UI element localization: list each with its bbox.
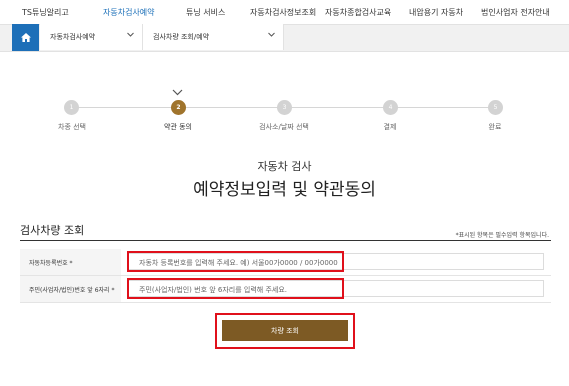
home-icon bbox=[20, 33, 31, 42]
step-1-label: 차종 선택 bbox=[58, 123, 86, 131]
top-nav: TS튜닝알리고 자동차검사예약 튜닝 서비스 자동차검사정보조회 자동차종합검사… bbox=[0, 0, 569, 22]
step-2-label: 약관 동의 bbox=[164, 123, 192, 131]
row-divider bbox=[20, 302, 551, 303]
section-title: 검사차량 조회 bbox=[20, 224, 85, 237]
plate-input-highlight bbox=[127, 251, 344, 272]
nav-item-inspection-education[interactable]: 자동차종합검사교육 bbox=[325, 7, 391, 18]
home-button[interactable] bbox=[12, 24, 39, 51]
nav-item-corporate-notice[interactable]: 법인사업자 전자안내 bbox=[481, 7, 550, 18]
chevron-down-icon bbox=[172, 89, 183, 96]
chevron-down-icon bbox=[127, 32, 134, 37]
page-title: 예약정보입력 및 약관동의 bbox=[193, 180, 376, 200]
breadcrumb-level1-label: 자동차검사예약 bbox=[50, 33, 96, 41]
required-note: *표시된 항목은 필수입력 항목입니다. bbox=[455, 232, 549, 239]
plate-label: 자동차등록번호 * bbox=[29, 259, 73, 267]
vehicle-search-button[interactable]: 차량 조회 bbox=[222, 320, 348, 341]
plate-label-cell: 자동차등록번호 * bbox=[20, 249, 121, 275]
step-1-circle: 1 bbox=[64, 100, 79, 115]
nav-item-tuning-service[interactable]: 튜닝 서비스 bbox=[186, 7, 225, 18]
step-4-label: 결제 bbox=[383, 123, 397, 131]
idnum-label-cell: 주민(사업자/법인)번호 앞 6자리 * bbox=[20, 276, 121, 302]
idnum-input-highlight bbox=[127, 278, 344, 299]
nav-item-inspection-reservation[interactable]: 자동차검사예약 bbox=[103, 7, 155, 18]
breadcrumb-level2-dropdown[interactable]: 검사차량 조회/예약 bbox=[143, 24, 284, 50]
step-5-circle: 5 bbox=[488, 100, 503, 115]
section-divider bbox=[20, 240, 551, 241]
page-subtitle: 자동차 검사 bbox=[257, 160, 312, 173]
step-5-label: 완료 bbox=[488, 123, 502, 131]
step-2-circle: 2 bbox=[171, 100, 186, 115]
breadcrumb-level1-dropdown[interactable]: 자동차검사예약 bbox=[40, 24, 143, 50]
idnum-label: 주민(사업자/법인)번호 앞 6자리 * bbox=[29, 286, 115, 294]
nav-item-ts-tuning[interactable]: TS튜닝알리고 bbox=[22, 7, 69, 18]
step-4-circle: 4 bbox=[383, 100, 398, 115]
chevron-down-icon bbox=[268, 32, 275, 37]
nav-item-inspection-info[interactable]: 자동차검사정보조회 bbox=[250, 7, 316, 18]
step-3-label: 검사소/날짜 선택 bbox=[259, 123, 309, 131]
step-3-circle: 3 bbox=[277, 100, 292, 115]
breadcrumb-level2-label: 검사차량 조회/예약 bbox=[153, 33, 210, 41]
nav-item-pressure-vessel[interactable]: 내압용기 자동차 bbox=[409, 7, 463, 18]
